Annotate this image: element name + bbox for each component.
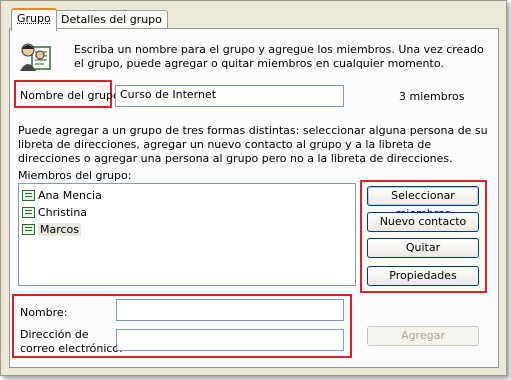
contact-card-icon (22, 224, 35, 235)
properties-button[interactable]: Propiedades (367, 266, 479, 286)
member-count: 3 miembros (399, 90, 465, 103)
list-item[interactable]: Ana Mencia (22, 188, 102, 203)
remove-button[interactable]: Quitar (367, 238, 479, 258)
contact-card-icon (22, 190, 35, 201)
list-item[interactable]: Christina (22, 205, 87, 220)
members-label: Miembros del grupo: (18, 169, 132, 182)
methods-text: Puede agregar a un grupo de tres formas … (18, 124, 488, 165)
intro-text: Escriba un nombre para el grupo y agregu… (74, 43, 484, 70)
name-label: Nombre: (20, 306, 68, 319)
contact-card-icon (22, 207, 35, 218)
select-members-button[interactable]: Seleccionar miembros (367, 186, 479, 220)
new-contact-button[interactable]: Nuevo contacto (367, 212, 479, 232)
group-icon (20, 43, 51, 71)
group-name-input[interactable]: Curso de Internet (115, 85, 344, 107)
add-button[interactable]: Agregar (367, 326, 479, 346)
tab-grupo[interactable]: Grupo (11, 8, 57, 31)
email-label: Dirección de correo electrónico: (20, 328, 123, 355)
members-list[interactable]: Ana Mencia Christina Marcos (18, 183, 356, 286)
tab-panel: Escriba un nombre para el grupo y agregu… (9, 28, 499, 368)
list-item[interactable]: Marcos (22, 222, 82, 237)
group-properties-dialog: Grupo Detalles del grupo Escriba un nomb… (0, 0, 507, 376)
group-name-label: Nombre del grupo: (20, 89, 124, 102)
name-input[interactable] (116, 299, 344, 321)
tab-detalles-del-grupo[interactable]: Detalles del grupo (55, 10, 168, 29)
email-input[interactable] (116, 329, 344, 351)
